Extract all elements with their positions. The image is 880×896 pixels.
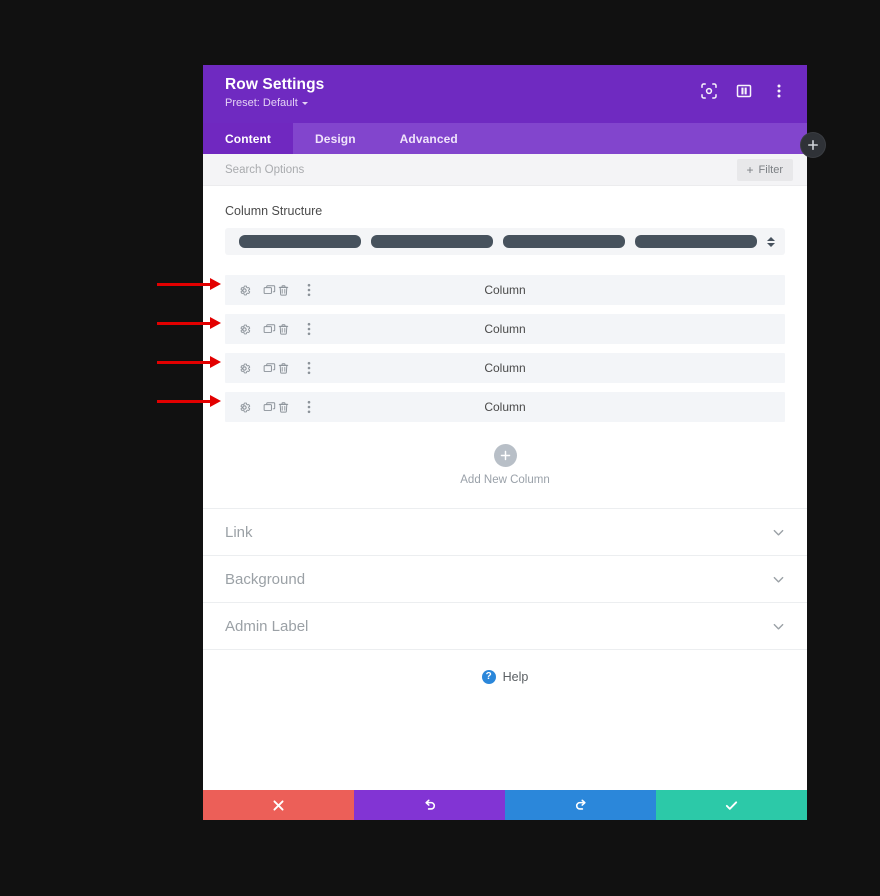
caret-down-icon [767,242,775,247]
structure-bar [239,235,361,248]
table-row[interactable]: Column [225,353,785,383]
column-structure-select[interactable] [225,228,785,255]
modal-footer [203,790,807,820]
duplicate-icon[interactable] [262,283,276,297]
more-vertical-icon[interactable] [302,322,316,336]
close-x-icon [272,799,285,812]
header-title-group: Row Settings Preset: Default [225,76,324,109]
structure-bar [503,235,625,248]
column-structure-preview [239,235,757,248]
row-left-actions [237,400,276,414]
table-row[interactable]: Column [225,275,785,305]
add-new-column-button[interactable]: Add New Column [225,444,785,508]
undo-button[interactable] [354,790,505,820]
redo-button[interactable] [505,790,656,820]
row-right-actions [276,283,316,297]
toggle-title: Link [225,523,253,541]
tab-advanced[interactable]: Advanced [378,123,480,154]
trash-icon[interactable] [276,361,290,375]
plus-icon [493,444,517,467]
help-label: Help [502,670,529,684]
duplicate-icon[interactable] [262,322,276,336]
toggle-section-background[interactable]: Background [203,556,807,603]
chevron-down-icon [772,526,785,539]
header-actions [700,76,787,99]
page-title: Row Settings [225,76,325,93]
toggle-title: Background [225,570,306,588]
table-row[interactable]: Column [225,392,785,422]
row-left-actions [237,283,276,297]
gear-icon[interactable] [237,283,251,297]
column-list: Column Column Column Column [225,275,785,422]
gear-icon[interactable] [237,361,251,375]
row-right-actions [276,322,316,336]
chevron-down-icon [301,102,308,106]
structure-stepper-icon[interactable] [765,236,777,247]
filter-button[interactable]: + Filter [736,158,793,181]
add-new-column-label: Add New Column [460,474,550,486]
column-structure-label: Column Structure [225,204,323,218]
gear-icon[interactable] [237,400,251,414]
chevron-down-icon [772,573,785,586]
save-button[interactable] [656,790,807,820]
preset-label: Preset: Default [225,96,298,109]
cancel-button[interactable] [203,790,354,820]
trash-icon[interactable] [276,400,290,414]
search-bar: + Filter [203,154,807,186]
duplicate-icon[interactable] [262,361,276,375]
caret-up-icon [767,236,775,241]
tab-design[interactable]: Design [293,123,378,154]
trash-icon[interactable] [276,322,290,336]
row-settings-modal: Row Settings Preset: Default Content Des… [203,65,807,820]
screenshot-stage: Row Settings Preset: Default Content Des… [0,0,880,896]
more-vertical-icon[interactable] [302,400,316,414]
duplicate-icon[interactable] [262,400,276,414]
toggle-section-admin-label[interactable]: Admin Label [203,603,807,650]
preset-selector[interactable]: Preset: Default [225,97,324,109]
row-right-actions [276,361,316,375]
row-left-actions [237,322,276,336]
more-vertical-icon[interactable] [302,361,316,375]
plus-icon: + [746,162,754,177]
structure-bar [635,235,757,248]
table-row[interactable]: Column [225,314,785,344]
gear-icon[interactable] [237,322,251,336]
row-right-actions [276,400,316,414]
tab-content[interactable]: Content [203,123,294,154]
more-vertical-icon[interactable] [302,283,316,297]
redo-arrow-icon [574,798,588,812]
toggle-section-link[interactable]: Link [203,509,807,556]
column-structure-section: Column Structure Column Column Column Co… [203,186,807,508]
help-question-icon: ? [481,670,496,684]
modal-body: Column Structure Column Column Column Co… [203,186,807,790]
trash-icon[interactable] [276,283,290,297]
focus-target-icon[interactable] [700,82,717,99]
more-vertical-icon[interactable] [770,82,787,99]
search-input[interactable] [225,163,625,176]
chevron-down-icon [772,620,785,633]
check-icon [724,798,739,813]
undo-arrow-icon [423,798,437,812]
toggle-title: Admin Label [225,617,309,635]
modal-header: Row Settings Preset: Default [203,65,807,123]
toggle-sections: Link Background Admin Label [203,508,807,650]
help-link[interactable]: ? Help [203,650,807,704]
floating-add-button[interactable] [801,133,825,157]
layout-panel-icon[interactable] [735,82,752,99]
filter-button-label: Filter [758,163,783,176]
row-left-actions [237,361,276,375]
settings-tabs: Content Design Advanced [203,123,807,154]
structure-bar [371,235,493,248]
